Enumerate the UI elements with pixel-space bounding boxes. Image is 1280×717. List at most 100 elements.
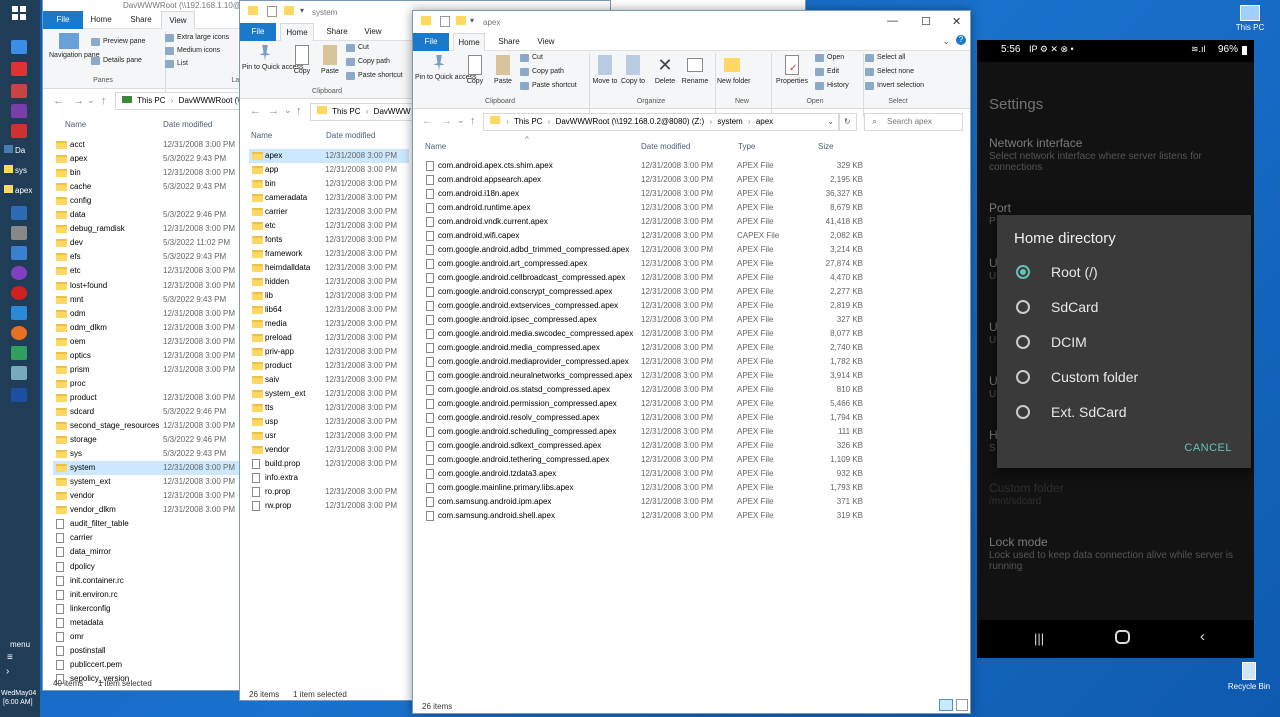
list-item[interactable]: tts 12/31/2008 3:00 PM (249, 401, 409, 415)
list-item[interactable]: media 12/31/2008 3:00 PM (249, 317, 409, 331)
taskbar-item[interactable]: Da (4, 145, 25, 155)
list-item[interactable]: com.samsung.android.ipm.apex 12/31/2008 3… (423, 495, 863, 509)
select-all-button[interactable]: Select all (865, 53, 905, 63)
medium-icons-option[interactable]: Medium icons (165, 46, 220, 56)
list-item[interactable]: efs 5/3/2022 9:43 PM (53, 250, 243, 264)
app-icon[interactable] (11, 40, 27, 54)
recents-icon[interactable]: ||| (1034, 631, 1044, 646)
taskbar-item[interactable]: sys (4, 165, 27, 175)
history-button[interactable]: History (815, 81, 849, 91)
list-item[interactable]: priv-app 12/31/2008 3:00 PM (249, 345, 409, 359)
forward-arrow-icon[interactable]: → (268, 105, 279, 117)
tab-view[interactable]: View (531, 33, 561, 51)
properties-quick-icon[interactable] (440, 16, 450, 27)
windows-start-icon[interactable] (12, 6, 26, 20)
list-item[interactable]: postinstall (53, 644, 243, 658)
list-item[interactable]: usp 12/31/2008 3:00 PM (249, 415, 409, 429)
list-item[interactable]: com.google.android.adbd_trimmed_compress… (423, 243, 863, 257)
list-item[interactable]: com.google.android.tzdata3.apex 12/31/200… (423, 467, 863, 481)
breadcrumb-this-pc[interactable]: This PC (332, 107, 360, 116)
list-item[interactable]: audit_filter_table (53, 517, 243, 531)
tab-share[interactable]: Share (493, 33, 525, 51)
option-dcim[interactable]: DCIM (1014, 332, 1234, 352)
list-item[interactable]: com.samsung.android.shell.apex 12/31/2008… (423, 509, 863, 523)
list-item[interactable]: vendor 12/31/2008 3:00 PM (53, 489, 243, 503)
back-arrow-icon[interactable]: ← (53, 95, 64, 107)
list-item[interactable]: heimdalldata 12/31/2008 3:00 PM (249, 261, 409, 275)
select-none-button[interactable]: Select none (865, 67, 914, 77)
refresh-button[interactable]: ↻ (839, 113, 857, 131)
app-icon[interactable] (11, 346, 27, 360)
list-item[interactable]: system 12/31/2008 3:00 PM (53, 461, 243, 476)
breadcrumb-drive[interactable]: DavWWWRoot (\\192.168.0.2@8080) (Z:) (556, 117, 705, 126)
maximize-button[interactable]: ☐ (921, 15, 931, 28)
list-item[interactable]: apex 12/31/2008 3:00 PM (249, 149, 409, 163)
chevron-down-icon[interactable]: ⌄ (284, 105, 292, 116)
tab-share[interactable]: Share (125, 11, 157, 29)
cut-button[interactable]: Cut (346, 43, 369, 53)
up-arrow-icon[interactable]: ↑ (296, 105, 302, 117)
list-item[interactable]: product 12/31/2008 3:00 PM (249, 359, 409, 373)
app-icon[interactable] (11, 124, 27, 138)
pin-quick-access-button[interactable]: Pin to Quick access (415, 55, 476, 82)
large-icons-view-icon[interactable] (956, 699, 968, 711)
new-folder-quick-icon[interactable] (456, 16, 466, 25)
list-item[interactable]: debug_ramdisk 12/31/2008 3:00 PM (53, 222, 243, 236)
list-item[interactable]: product 12/31/2008 3:00 PM (53, 391, 243, 405)
tab-share[interactable]: Share (322, 23, 352, 41)
list-item[interactable]: second_stage_resources 12/31/2008 3:00 PM (53, 419, 243, 433)
paste-button[interactable]: Paste (318, 45, 342, 76)
tab-file[interactable]: File (413, 33, 449, 51)
list-item[interactable]: etc 12/31/2008 3:00 PM (53, 264, 243, 278)
details-pane-button[interactable]: Details pane (91, 56, 142, 66)
list-item[interactable]: com.google.android.os.statsd_compressed.… (423, 383, 863, 397)
copy-path-button[interactable]: Copy path (520, 67, 564, 77)
list-item[interactable]: sys 5/3/2022 9:43 PM (53, 447, 243, 461)
address-bar[interactable]: This PC › DavWWW (310, 103, 420, 121)
tab-file[interactable]: File (43, 11, 83, 29)
list-item[interactable]: lib64 12/31/2008 3:00 PM (249, 303, 409, 317)
list-item[interactable]: com.google.android.scheduling_compressed… (423, 425, 863, 439)
column-name-header[interactable]: Name (251, 131, 272, 140)
home-icon[interactable] (1115, 630, 1130, 644)
search-input[interactable]: Search apex (864, 113, 963, 131)
list-item[interactable]: com.google.android.ipsec_compressed.apex… (423, 313, 863, 327)
breadcrumb-this-pc[interactable]: This PC (137, 96, 165, 105)
chevron-down-icon[interactable]: ⌄ (827, 114, 834, 130)
list-item[interactable]: framework 12/31/2008 3:00 PM (249, 247, 409, 261)
list-item[interactable]: data 5/3/2022 9:46 PM (53, 208, 243, 222)
list-item[interactable]: cache 5/3/2022 9:43 PM (53, 180, 243, 194)
taskbar-item[interactable]: apex (4, 185, 32, 195)
list-item[interactable]: saiv 12/31/2008 3:00 PM (249, 373, 409, 387)
rename-button[interactable]: Rename (679, 55, 711, 86)
app-icon[interactable] (11, 266, 27, 280)
navigation-pane-button[interactable]: Navigation pane (49, 33, 100, 60)
open-button[interactable]: Open (815, 53, 844, 63)
list-item[interactable]: odm_dlkm 12/31/2008 3:00 PM (53, 321, 243, 335)
tab-file[interactable]: File (240, 23, 276, 41)
list-item[interactable]: sdcard 5/3/2022 9:46 PM (53, 405, 243, 419)
column-name-header[interactable]: Name (425, 142, 446, 151)
list-item[interactable]: com.google.android.mediaprovider_compres… (423, 355, 863, 369)
list-item[interactable]: com.google.android.conscrypt_compressed.… (423, 285, 863, 299)
list-item[interactable]: bin 12/31/2008 3:00 PM (249, 177, 409, 191)
menu-icon[interactable]: ≡ (7, 652, 13, 663)
list-item[interactable]: fonts 12/31/2008 3:00 PM (249, 233, 409, 247)
pin-quick-access-button[interactable]: Pin to Quick access (242, 45, 303, 72)
copy-button[interactable]: Copy (290, 45, 314, 76)
list-item[interactable]: prism 12/31/2008 3:00 PM (53, 363, 243, 377)
address-bar[interactable]: This PC › DavWWWRoot (\\192.168.1.10@80 (115, 92, 255, 110)
list-item[interactable]: etc 12/31/2008 3:00 PM (249, 219, 409, 233)
app-icon[interactable] (11, 84, 27, 98)
customize-quick-access-icon[interactable]: ▾ (470, 16, 474, 25)
properties-quick-icon[interactable] (267, 6, 277, 17)
list-item[interactable]: ro.prop 12/31/2008 3:00 PM (249, 485, 409, 499)
recycle-bin-desktop-icon[interactable]: Recycle Bin (1224, 662, 1274, 691)
cancel-button[interactable]: CANCEL (1184, 442, 1232, 454)
list-item[interactable]: cameradata 12/31/2008 3:00 PM (249, 191, 409, 205)
back-icon[interactable]: ‹ (1200, 628, 1205, 645)
list-item[interactable]: bin 12/31/2008 3:00 PM (53, 166, 243, 180)
chevron-right-icon[interactable]: › (6, 666, 9, 677)
close-button[interactable]: ✕ (952, 15, 961, 28)
chevron-down-icon[interactable]: ⌄ (457, 115, 465, 126)
